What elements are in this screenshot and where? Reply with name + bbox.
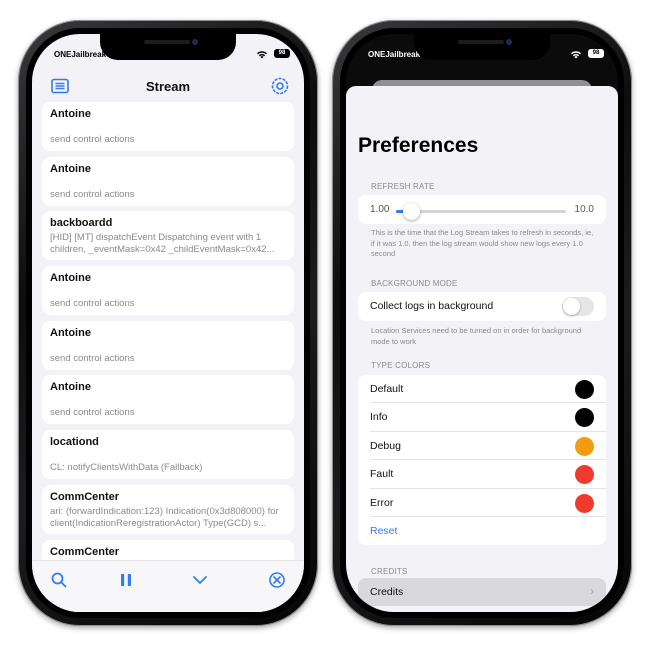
entry-process: Antoine xyxy=(50,108,91,120)
background-mode-group: Collect logs in background xyxy=(358,292,606,321)
refresh-rate-group: 1.00 10.0 xyxy=(358,195,606,224)
background-mode-footer: Location Services need to be turned on i… xyxy=(371,326,582,346)
search-icon[interactable] xyxy=(50,571,68,589)
wifi-icon xyxy=(571,51,581,59)
chevron-right-icon: › xyxy=(590,586,594,598)
entry-process: CommCenter xyxy=(50,545,120,558)
log-feed[interactable]: Antoine send control actions Antoine sen… xyxy=(42,102,294,560)
speaker xyxy=(458,40,504,44)
type-colors-group: Default Info Debug Fault Error Reset xyxy=(358,375,606,545)
front-camera xyxy=(192,39,198,45)
log-entry[interactable]: Antoine send control actions xyxy=(42,156,294,206)
section-header-type-colors: TYPE COLORS xyxy=(371,361,431,370)
color-row-fault[interactable]: Fault xyxy=(370,460,606,489)
preferences-screen: ONEJailbreak 98 Preferences REFRESH RATE… xyxy=(346,34,618,612)
reset-button[interactable]: Reset xyxy=(370,525,397,537)
color-row-error[interactable]: Error xyxy=(370,489,606,517)
phone-bezel: ONEJailbreak 98 Preferences REFRESH RATE… xyxy=(340,28,624,618)
entry-message: CL: notifyClientsWithData (Fallback) xyxy=(50,462,203,474)
color-swatch[interactable] xyxy=(575,408,594,428)
bottom-toolbar xyxy=(32,560,304,612)
page-title: Preferences xyxy=(358,134,479,157)
entry-message: send control actions xyxy=(50,134,135,145)
log-entry[interactable]: Antoine send control actions xyxy=(42,102,294,151)
entry-message: ari: (forwardIndication:123) Indication(… xyxy=(50,505,279,529)
entry-process: CommCenter xyxy=(50,490,120,503)
clear-icon[interactable] xyxy=(268,571,286,589)
entry-message: [HID] [MT] dispatchEvent Dispatching eve… xyxy=(50,232,275,256)
refresh-rate-slider[interactable] xyxy=(396,203,566,220)
color-label: Error xyxy=(370,496,394,509)
battery-indicator: 98 xyxy=(274,49,290,58)
log-entry[interactable]: CommCenter xyxy=(42,539,294,560)
stream-screen: ONEJailbreak 98 Stream Antoine send cont… xyxy=(32,34,304,612)
color-row-default[interactable]: Default xyxy=(370,375,606,404)
entry-process: Antoine xyxy=(50,326,91,339)
page-title: Stream xyxy=(145,79,191,94)
entry-message: send control actions xyxy=(50,298,135,310)
log-entry[interactable]: Antoine send control actions xyxy=(42,320,294,370)
chevron-down-icon[interactable] xyxy=(191,571,209,589)
preferences-sheet[interactable]: Preferences REFRESH RATE 1.00 10.0 This … xyxy=(346,86,618,612)
gear-icon[interactable] xyxy=(270,76,290,96)
phone-bezel: ONEJailbreak 98 Stream Antoine send cont… xyxy=(26,28,310,618)
color-row-debug[interactable]: Debug xyxy=(370,432,606,461)
log-entry[interactable]: backboardd [HID] [MT] dispatchEvent Disp… xyxy=(42,211,294,261)
log-entry[interactable]: locationd CL: notifyClientsWithData (Fal… xyxy=(42,430,294,480)
color-swatch[interactable] xyxy=(575,493,594,513)
entry-process: Antoine xyxy=(50,272,91,285)
battery-indicator: 98 xyxy=(588,49,604,58)
carrier-label: ONEJailbreak xyxy=(368,50,421,59)
front-camera xyxy=(506,39,512,45)
phone-preferences: ONEJailbreak 98 Preferences REFRESH RATE… xyxy=(332,20,632,626)
navigation-bar: Stream xyxy=(32,70,304,102)
color-swatch[interactable] xyxy=(575,436,594,456)
log-entry[interactable]: Antoine send control actions xyxy=(42,266,294,316)
entry-message: send control actions xyxy=(50,352,135,364)
carrier-label: ONEJailbreak xyxy=(54,50,107,59)
background-mode-toggle[interactable] xyxy=(562,297,594,316)
entry-process: backboardd xyxy=(50,217,113,230)
color-label: Info xyxy=(370,411,388,424)
pause-icon[interactable] xyxy=(117,571,135,589)
background-mode-label: Collect logs in background xyxy=(370,300,494,312)
notch xyxy=(414,34,550,60)
credits-row[interactable]: Credits › xyxy=(358,578,606,606)
entry-process: Antoine xyxy=(50,162,91,175)
color-row-info[interactable]: Info xyxy=(370,403,606,432)
phone-stream: ONEJailbreak 98 Stream Antoine send cont… xyxy=(18,20,318,626)
entry-message: send control actions xyxy=(50,188,135,200)
section-header-refresh-rate: REFRESH RATE xyxy=(371,182,435,191)
color-label: Debug xyxy=(370,439,401,452)
section-header-credits: CREDITS xyxy=(371,567,408,576)
credits-label: Credits xyxy=(370,586,404,598)
slider-max-label: 10.0 xyxy=(574,204,594,215)
section-header-background-mode: BACKGROUND MODE xyxy=(371,279,458,288)
notch xyxy=(100,34,236,60)
slider-min-label: 1.00 xyxy=(370,204,390,215)
slider-thumb[interactable] xyxy=(403,203,421,220)
log-entry[interactable]: CommCenter ari: (forwardIndication:123) … xyxy=(42,484,294,534)
color-swatch[interactable] xyxy=(575,465,594,485)
toggle-knob xyxy=(563,298,580,315)
entry-process: Antoine xyxy=(50,381,91,394)
color-label: Fault xyxy=(370,468,394,481)
log-entry[interactable]: Antoine send control actions xyxy=(42,375,294,425)
color-label: Default xyxy=(370,383,404,395)
refresh-rate-footer: This is the time that the Log Stream tak… xyxy=(371,228,594,258)
entry-process: locationd xyxy=(50,436,99,449)
color-swatch[interactable] xyxy=(575,380,594,399)
wifi-icon xyxy=(257,51,267,59)
entry-message: send control actions xyxy=(50,407,135,419)
speaker xyxy=(144,40,190,44)
